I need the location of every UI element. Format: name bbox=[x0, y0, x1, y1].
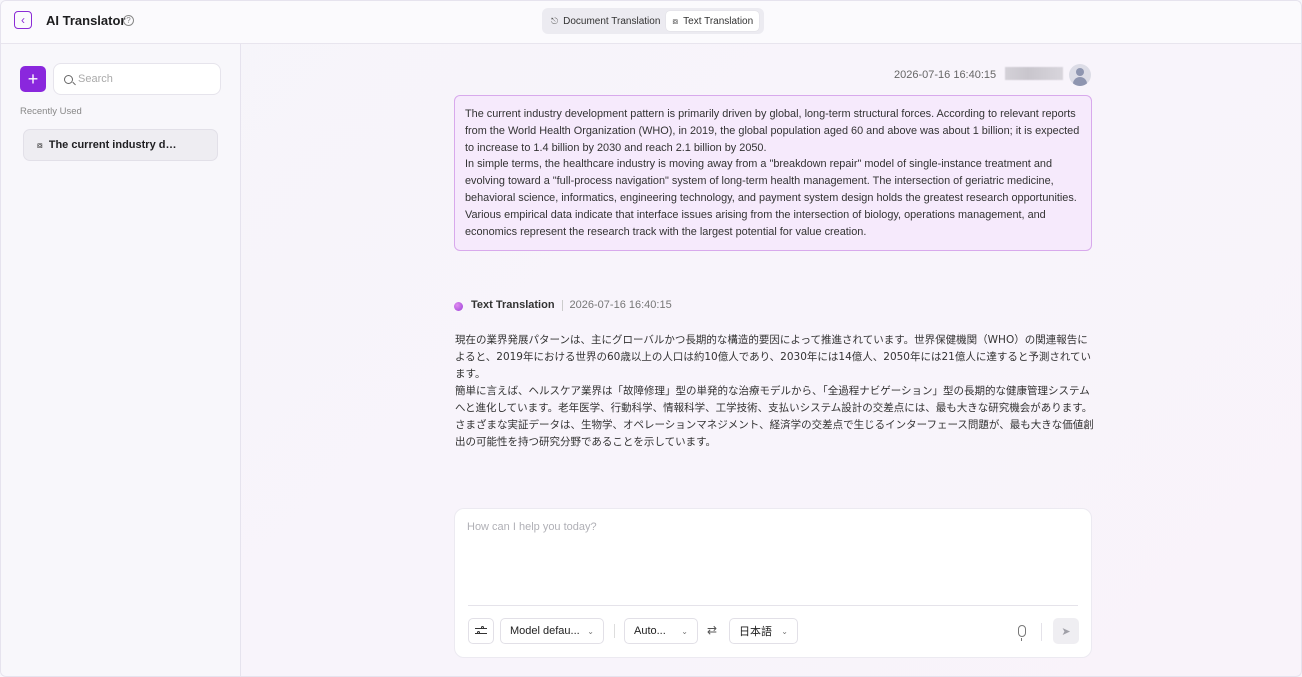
document-icon: ⎋ bbox=[551, 15, 559, 26]
history-item-label: The current industry dev... bbox=[48, 139, 181, 151]
model-select-value: Model defau... bbox=[510, 625, 580, 637]
search-icon bbox=[64, 74, 73, 84]
settings-button[interactable] bbox=[468, 618, 494, 644]
result-paragraph: 簡単に言えば、ヘルスケア業界は「故障修理」型の単発的な治療モデルから、「全過程ナ… bbox=[455, 385, 1094, 448]
avatar[interactable] bbox=[1069, 64, 1091, 86]
send-button[interactable]: ➤ bbox=[1053, 618, 1079, 644]
question-circle-icon[interactable]: ? bbox=[123, 15, 134, 26]
tab-label: Text Translation bbox=[683, 15, 754, 27]
sidebar: + Recently Used ⧇ The current industry d… bbox=[1, 44, 241, 676]
toolbar-divider bbox=[1041, 623, 1042, 641]
chevron-down-icon: ⌄ bbox=[587, 626, 594, 636]
search-box[interactable] bbox=[53, 63, 221, 95]
result-paragraph: 現在の業界発展パターンは、主にグローバルかつ長期的な構造的要因によって推進されて… bbox=[455, 334, 1092, 380]
prompt-input[interactable] bbox=[467, 521, 1077, 591]
microphone-icon[interactable] bbox=[1018, 625, 1026, 641]
chevron-left-icon: ‹ bbox=[21, 13, 25, 27]
back-button[interactable]: ‹ bbox=[14, 11, 32, 29]
plus-icon: + bbox=[27, 69, 39, 89]
avatar-head bbox=[1076, 68, 1084, 76]
chevron-down-icon: ⌄ bbox=[681, 626, 688, 636]
new-chat-button[interactable]: + bbox=[20, 66, 46, 92]
source-language-select[interactable]: Auto... ⌄ bbox=[624, 618, 698, 644]
assistant-logo-icon bbox=[454, 301, 463, 311]
target-language-select[interactable]: 日本語 ⌄ bbox=[729, 618, 798, 644]
mode-switch: ⎋ Document Translation ⧇ Text Translatio… bbox=[542, 8, 764, 34]
app-title: AI Translator bbox=[46, 13, 126, 28]
history-item[interactable]: ⧇ The current industry dev... bbox=[23, 129, 218, 161]
top-header: ‹ AI Translator ? ⎋ Document Translation… bbox=[1, 1, 1301, 44]
chevron-down-icon: ⌄ bbox=[781, 626, 788, 636]
source-paragraph: The current industry development pattern… bbox=[465, 108, 1080, 154]
target-language-value: 日本語 bbox=[739, 625, 772, 638]
model-select[interactable]: Model defau... ⌄ bbox=[500, 618, 604, 644]
result-title: Text Translation bbox=[471, 299, 555, 311]
send-icon: ➤ bbox=[1061, 625, 1071, 638]
tab-label: Document Translation bbox=[563, 15, 661, 27]
sliders-icon bbox=[475, 626, 487, 636]
translate-icon: ⧇ bbox=[672, 15, 679, 26]
swap-arrows-icon[interactable]: ⇄ bbox=[707, 623, 717, 637]
toolbar-divider bbox=[614, 624, 615, 638]
blurred-username bbox=[1005, 67, 1063, 80]
result-header: Text Translation 2026-07-16 16:40:15 bbox=[454, 299, 672, 311]
source-text-bubble: The current industry development pattern… bbox=[454, 95, 1092, 251]
recently-used-label: Recently Used bbox=[20, 106, 82, 117]
source-paragraph: In simple terms, the healthcare industry… bbox=[465, 158, 1077, 238]
search-input[interactable] bbox=[78, 73, 208, 85]
tab-text-translation[interactable]: ⧇ Text Translation bbox=[666, 11, 760, 31]
translation-result: 現在の業界発展パターンは、主にグローバルかつ長期的な構造的要因によって推進されて… bbox=[455, 332, 1095, 451]
composer-divider bbox=[468, 605, 1078, 606]
tab-document-translation[interactable]: ⎋ Document Translation bbox=[545, 11, 666, 31]
source-timestamp: 2026-07-16 16:40:15 bbox=[894, 69, 997, 81]
composer: Model defau... ⌄ Auto... ⌄ ⇄ 日本語 ⌄ ➤ bbox=[454, 508, 1092, 658]
divider bbox=[561, 299, 563, 311]
avatar-body bbox=[1073, 77, 1087, 86]
result-timestamp: 2026-07-16 16:40:15 bbox=[569, 299, 672, 311]
app-window: ‹ AI Translator ? ⎋ Document Translation… bbox=[0, 0, 1302, 677]
source-language-value: Auto... bbox=[634, 625, 666, 637]
translate-icon: ⧇ bbox=[37, 139, 43, 150]
